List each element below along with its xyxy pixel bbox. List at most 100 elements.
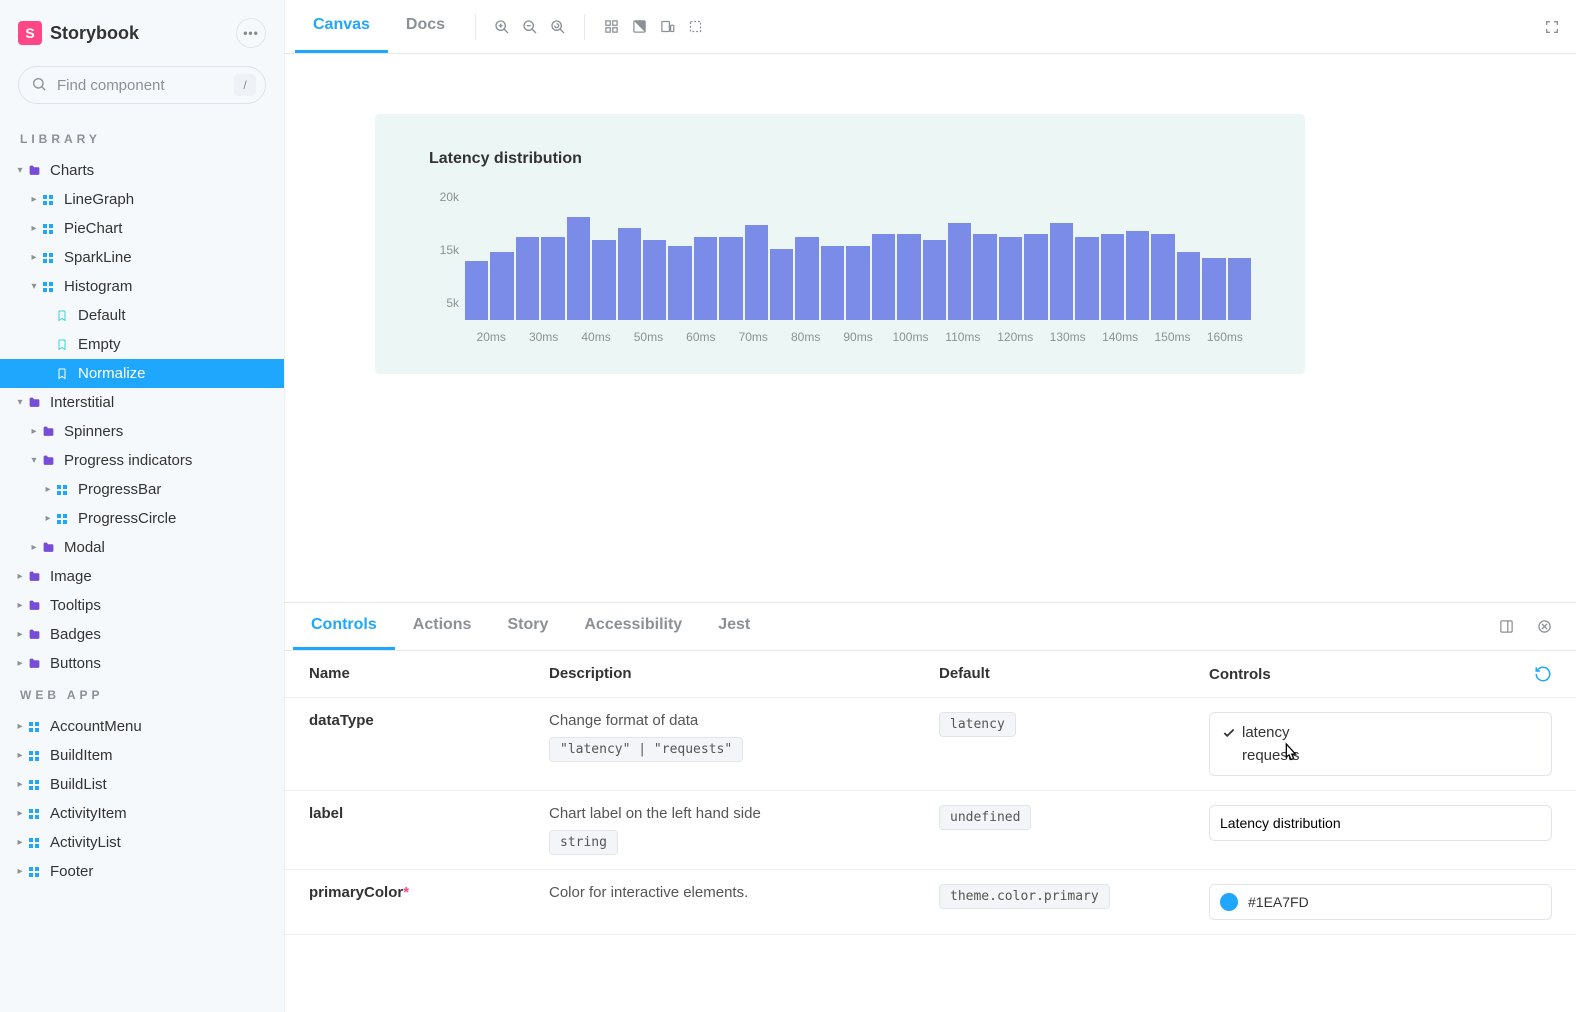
panel-orientation-button[interactable]: [1492, 613, 1520, 641]
folder-icon: [40, 541, 56, 554]
tree-item-interstitial[interactable]: ▾Interstitial: [0, 388, 284, 417]
control-description: Change format of data"latency" | "reques…: [549, 712, 939, 762]
brand-title: Storybook: [50, 23, 139, 44]
controls-table: Name Description Default Controls dataTy…: [285, 651, 1576, 1012]
tree-item-badges[interactable]: ▸Badges: [0, 620, 284, 649]
histogram-bar: [592, 240, 615, 320]
tree-item-linegraph[interactable]: ▸LineGraph: [0, 185, 284, 214]
sidebar-menu-button[interactable]: •••: [236, 18, 266, 48]
type-signature-badge: string: [549, 830, 618, 855]
section-label: LIBRARY: [0, 122, 284, 156]
type-signature-badge: "latency" | "requests": [549, 737, 743, 762]
tree-item-label: Spinners: [64, 423, 123, 440]
histogram-bar: [1228, 258, 1251, 320]
tree-item-normalize[interactable]: Normalize: [0, 359, 284, 388]
reset-controls-button[interactable]: [1534, 665, 1552, 683]
tree-item-activityitem[interactable]: ▸ActivityItem: [0, 799, 284, 828]
tree-item-activitylist[interactable]: ▸ActivityList: [0, 828, 284, 857]
histogram-bar: [694, 237, 717, 320]
grid-button[interactable]: [597, 13, 625, 41]
addon-tab-controls[interactable]: Controls: [293, 603, 395, 650]
tree-item-sparkline[interactable]: ▸SparkLine: [0, 243, 284, 272]
y-tick: 5k: [446, 296, 459, 310]
background-button[interactable]: [625, 13, 653, 41]
component-icon: [26, 866, 42, 878]
tree-item-tooltips[interactable]: ▸Tooltips: [0, 591, 284, 620]
tree-item-label: Interstitial: [50, 394, 114, 411]
tab-docs[interactable]: Docs: [388, 0, 463, 53]
addon-tab-actions[interactable]: Actions: [395, 603, 490, 650]
tree-item-footer[interactable]: ▸Footer: [0, 857, 284, 886]
addon-tab-story[interactable]: Story: [489, 603, 566, 650]
search-input[interactable]: [18, 66, 266, 104]
sidebar: S Storybook ••• / LIBRARY▾Charts▸LineGra…: [0, 0, 284, 1012]
zoom-in-button[interactable]: [488, 13, 516, 41]
histogram-bar: [643, 240, 666, 320]
histogram-bar: [948, 223, 971, 321]
addon-tab-accessibility[interactable]: Accessibility: [566, 603, 700, 650]
tree-item-image[interactable]: ▸Image: [0, 562, 284, 591]
story-icon: [54, 368, 70, 380]
component-icon: [26, 779, 42, 791]
tree-item-piechart[interactable]: ▸PieChart: [0, 214, 284, 243]
color-control-input[interactable]: #1EA7FD: [1209, 884, 1552, 920]
folder-icon: [26, 599, 42, 612]
brand: S Storybook •••: [0, 18, 284, 66]
histogram-bar: [973, 234, 996, 320]
tree-item-buttons[interactable]: ▸Buttons: [0, 649, 284, 678]
histogram-bar: [795, 237, 818, 320]
measure-button[interactable]: [681, 13, 709, 41]
color-value: #1EA7FD: [1248, 894, 1309, 910]
histogram-bar: [1050, 223, 1073, 321]
chart-title: Latency distribution: [429, 150, 1251, 168]
component-icon: [54, 513, 70, 525]
control-row-primaryColor: primaryColor*Color for interactive eleme…: [285, 870, 1576, 935]
radio-option-requests[interactable]: requests: [1220, 744, 1541, 767]
y-axis: 20k15k5k: [429, 190, 465, 320]
toolbar-separator: [475, 14, 476, 40]
radio-group: latencyrequests: [1209, 712, 1552, 776]
x-tick: 90ms: [832, 330, 884, 344]
tree-item-histogram[interactable]: ▾Histogram: [0, 272, 284, 301]
zoom-reset-button[interactable]: [544, 13, 572, 41]
tree-item-progress-indicators[interactable]: ▾Progress indicators: [0, 446, 284, 475]
tree-item-empty[interactable]: Empty: [0, 330, 284, 359]
tree-item-label: Image: [50, 568, 92, 585]
folder-icon: [40, 425, 56, 438]
x-tick: 70ms: [727, 330, 779, 344]
tree-item-label: Footer: [50, 863, 93, 880]
histogram-bar: [1101, 234, 1124, 320]
tree-item-default[interactable]: Default: [0, 301, 284, 330]
color-swatch-icon: [1220, 893, 1238, 911]
histogram-bar: [745, 225, 768, 320]
addon-tab-jest[interactable]: Jest: [700, 603, 768, 650]
text-control-input[interactable]: [1209, 805, 1552, 841]
tree-item-progressbar[interactable]: ▸ProgressBar: [0, 475, 284, 504]
x-axis: 20ms30ms40ms50ms60ms70ms80ms90ms100ms110…: [465, 330, 1251, 344]
tree-item-label: Empty: [78, 336, 121, 353]
default-value-badge: theme.color.primary: [939, 884, 1110, 909]
component-icon: [40, 194, 56, 206]
tab-canvas[interactable]: Canvas: [295, 0, 388, 53]
tree-item-label: Charts: [50, 162, 94, 179]
panel-close-button[interactable]: [1530, 613, 1558, 641]
control-row-label: labelChart label on the left hand sidest…: [285, 791, 1576, 870]
histogram-bar: [770, 249, 793, 320]
tree-item-label: Normalize: [78, 365, 146, 382]
tree-item-modal[interactable]: ▸Modal: [0, 533, 284, 562]
tree-item-progresscircle[interactable]: ▸ProgressCircle: [0, 504, 284, 533]
addon-tabs: ControlsActionsStoryAccessibilityJest: [285, 603, 1576, 651]
main: CanvasDocs Latency distribution 20k15k5k: [284, 0, 1576, 1012]
fullscreen-button[interactable]: [1538, 13, 1566, 41]
control-default: undefined: [939, 805, 1209, 830]
zoom-out-button[interactable]: [516, 13, 544, 41]
x-tick: 80ms: [779, 330, 831, 344]
tree-item-buildlist[interactable]: ▸BuildList: [0, 770, 284, 799]
tree-item-accountmenu[interactable]: ▸AccountMenu: [0, 712, 284, 741]
control-row-dataType: dataTypeChange format of data"latency" |…: [285, 698, 1576, 791]
radio-option-latency[interactable]: latency: [1220, 721, 1541, 744]
viewport-button[interactable]: [653, 13, 681, 41]
tree-item-builditem[interactable]: ▸BuildItem: [0, 741, 284, 770]
tree-item-spinners[interactable]: ▸Spinners: [0, 417, 284, 446]
tree-item-charts[interactable]: ▾Charts: [0, 156, 284, 185]
